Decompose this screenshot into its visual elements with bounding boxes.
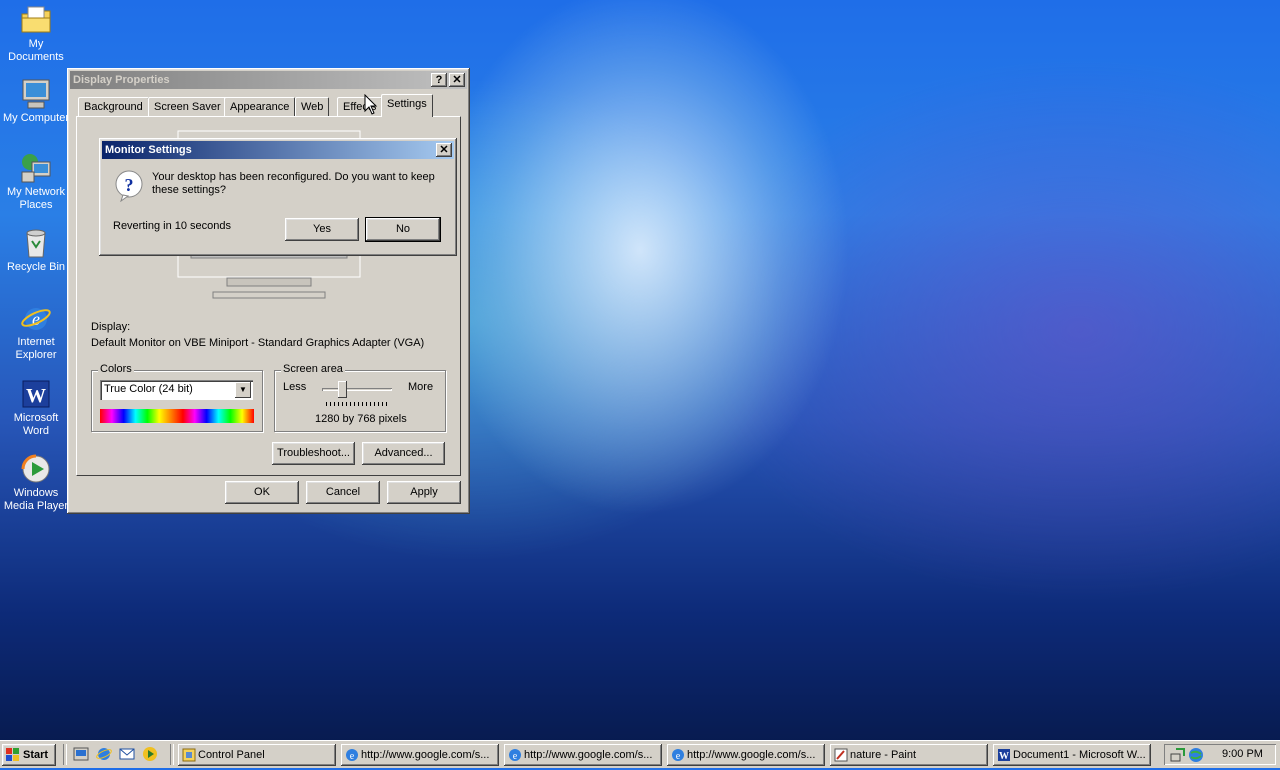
desktop-icon-my-documents[interactable]: My Documents: [0, 4, 72, 64]
desktop-icon-windows-media-player[interactable]: Windows Media Player: [0, 453, 72, 513]
screen-area-label: Screen area: [281, 363, 345, 375]
task-label: Control Panel: [198, 749, 265, 761]
outlook-express-icon[interactable]: [119, 746, 135, 762]
internet-explorer-icon: e: [671, 748, 685, 762]
task-paint[interactable]: nature - Paint: [830, 744, 988, 766]
question-icon: ?: [113, 170, 145, 203]
desktop-icon-recycle-bin[interactable]: Recycle Bin: [0, 227, 72, 274]
chevron-down-icon[interactable]: ▼: [235, 382, 251, 398]
close-button[interactable]: ✕: [436, 143, 452, 157]
display-value: Default Monitor on VBE Miniport - Standa…: [91, 337, 425, 349]
window-title: Display Properties: [73, 74, 170, 86]
tasks-separator: [170, 744, 174, 765]
network-icon: [20, 152, 52, 184]
task-control-panel[interactable]: Control Panel: [178, 744, 336, 766]
tab-background[interactable]: Background: [78, 97, 149, 117]
tab-appearance[interactable]: Appearance: [224, 97, 296, 117]
desktop-icon-my-computer[interactable]: My Computer: [0, 78, 72, 125]
show-desktop-icon[interactable]: [73, 746, 89, 762]
slider-thumb[interactable]: [338, 381, 347, 398]
advanced-button[interactable]: Advanced...: [362, 442, 445, 465]
computer-icon: [20, 78, 52, 110]
desktop-icon-label: Windows Media Player: [3, 487, 69, 512]
color-spectrum-bar: [100, 409, 254, 423]
task-browser-3[interactable]: e http://www.google.com/s...: [667, 744, 825, 766]
dialog-title: Monitor Settings: [105, 144, 192, 156]
task-word-document[interactable]: W Document1 - Microsoft W...: [993, 744, 1151, 766]
start-label: Start: [23, 749, 49, 761]
control-panel-icon: [182, 748, 196, 762]
task-browser-2[interactable]: e http://www.google.com/s...: [504, 744, 662, 766]
less-label: Less: [283, 381, 307, 393]
media-player-icon[interactable]: [142, 746, 158, 762]
clock[interactable]: 9:00 PM: [1222, 748, 1263, 760]
svg-text:e: e: [513, 751, 518, 762]
taskbar: Start Control Panel e http://www.google.…: [0, 740, 1280, 768]
desktop-icon-internet-explorer[interactable]: e Internet Explorer: [0, 302, 72, 362]
internet-explorer-icon[interactable]: [96, 746, 112, 762]
tab-settings[interactable]: Settings: [381, 94, 433, 117]
monitor-settings-dialog: Monitor Settings ✕ ? Your desktop has be…: [99, 138, 457, 256]
desktop-icon-label: My Network Places: [6, 186, 66, 211]
task-browser-1[interactable]: e http://www.google.com/s...: [341, 744, 499, 766]
colors-select-value: True Color (24 bit): [104, 383, 193, 395]
svg-text:?: ?: [125, 175, 134, 195]
word-icon: W: [997, 748, 1011, 762]
desktop-icon-label: My Computer: [2, 112, 70, 124]
colors-label: Colors: [98, 363, 134, 375]
task-label: http://www.google.com/s...: [687, 749, 816, 761]
colors-select[interactable]: True Color (24 bit) ▼: [100, 380, 253, 400]
task-label: nature - Paint: [850, 749, 917, 761]
desktop-icon-my-network-places[interactable]: My Network Places: [0, 152, 72, 212]
no-button[interactable]: No: [365, 217, 441, 242]
monitor-settings-titlebar[interactable]: Monitor Settings ✕: [102, 141, 454, 159]
folder-documents-icon: [20, 4, 52, 36]
update-globe-icon[interactable]: [1188, 747, 1204, 763]
tab-screen-saver[interactable]: Screen Saver: [148, 97, 227, 117]
cancel-button[interactable]: Cancel: [306, 481, 380, 504]
internet-explorer-icon: e: [345, 748, 359, 762]
svg-text:W: W: [999, 751, 1009, 762]
start-button[interactable]: Start: [2, 744, 56, 766]
paint-icon: [834, 748, 848, 762]
display-label: Display:: [91, 321, 131, 333]
recycle-bin-icon: [20, 227, 52, 259]
task-label: Document1 - Microsoft W...: [1013, 749, 1146, 761]
close-button[interactable]: ✕: [449, 73, 465, 87]
svg-text:e: e: [676, 751, 681, 762]
mouse-cursor-icon: [364, 93, 378, 119]
network-status-icon[interactable]: [1170, 747, 1186, 763]
resolution-slider[interactable]: [322, 380, 392, 408]
troubleshoot-button[interactable]: Troubleshoot...: [272, 442, 355, 465]
desktop-icon-label: My Documents: [8, 38, 64, 63]
revert-countdown: Reverting in 10 seconds: [113, 220, 232, 232]
svg-text:W: W: [26, 385, 46, 407]
quick-launch-separator: [63, 744, 67, 765]
help-button[interactable]: ?: [431, 73, 447, 87]
media-player-icon: [20, 453, 52, 485]
ok-button[interactable]: OK: [225, 481, 299, 504]
more-label: More: [408, 381, 434, 393]
desktop-icon-label: Internet Explorer: [15, 336, 57, 361]
windows-logo-icon: [6, 748, 20, 762]
desktop-icon-label: Microsoft Word: [13, 412, 59, 437]
word-icon: W: [20, 378, 52, 410]
task-label: http://www.google.com/s...: [361, 749, 490, 761]
apply-button[interactable]: Apply: [387, 481, 461, 504]
tab-web[interactable]: Web: [295, 97, 330, 117]
internet-explorer-icon: e: [20, 302, 52, 334]
yes-button[interactable]: Yes: [285, 218, 359, 241]
svg-text:e: e: [350, 751, 355, 762]
system-tray: 9:00 PM: [1164, 744, 1276, 765]
dialog-message: Your desktop has been reconfigured. Do y…: [152, 171, 435, 196]
task-label: http://www.google.com/s...: [524, 749, 653, 761]
desktop-icon-label: Recycle Bin: [6, 261, 66, 273]
resolution-value: 1280 by 768 pixels: [315, 413, 407, 425]
desktop-icon-microsoft-word[interactable]: W Microsoft Word: [0, 378, 72, 438]
internet-explorer-icon: e: [508, 748, 522, 762]
display-properties-titlebar[interactable]: Display Properties ? ✕: [70, 71, 467, 89]
